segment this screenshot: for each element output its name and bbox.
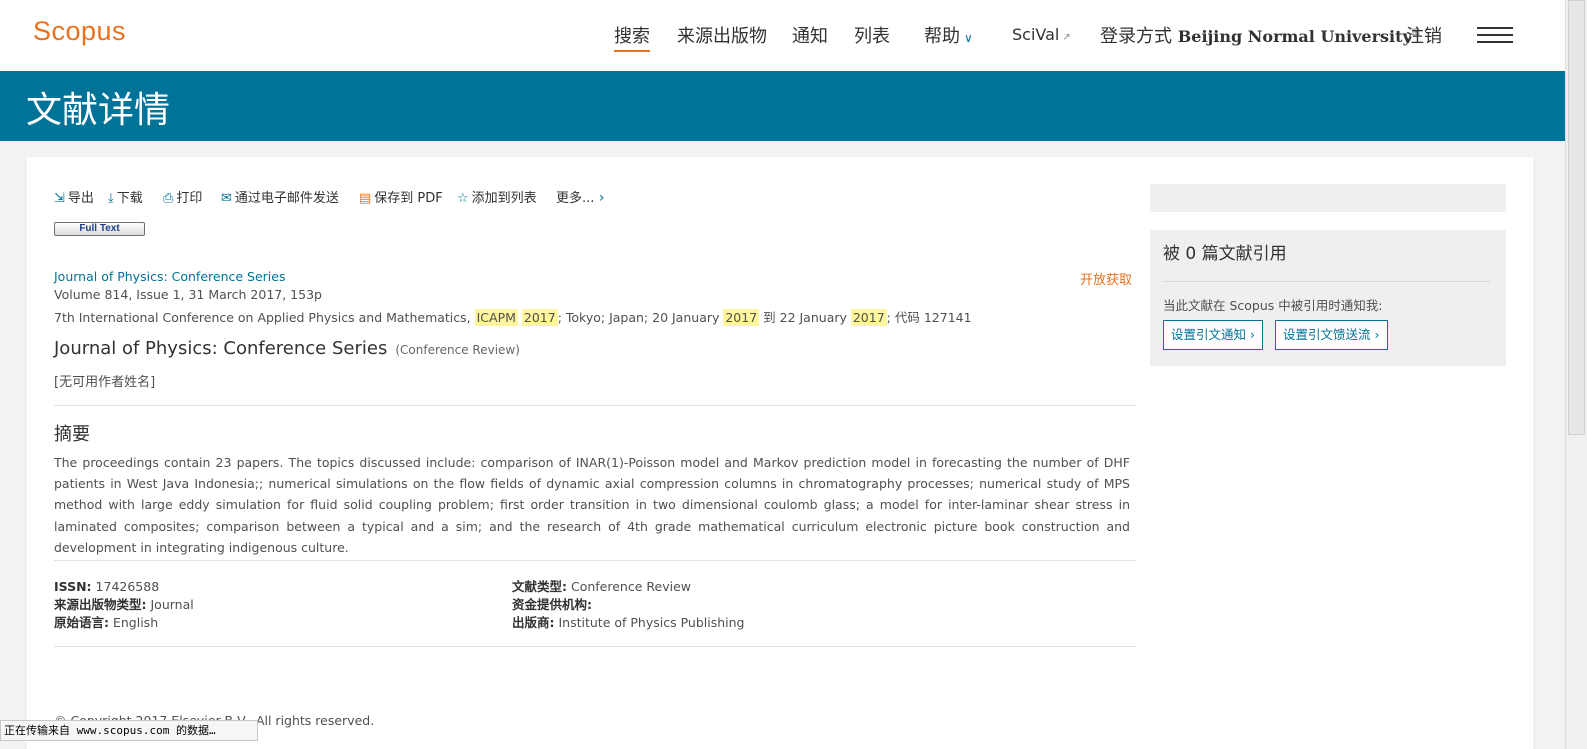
doc-type-value: Conference Review <box>570 579 691 594</box>
citation-alert-note: 当此文献在 Scopus 中被引用时通知我: <box>1163 298 1383 313</box>
browser-status-bar: 正在传输来自 www.scopus.com 的数据… <box>0 720 258 741</box>
publisher-row: 出版商: Institute of Physics Publishing <box>512 614 744 632</box>
divider <box>1163 281 1490 282</box>
publisher-value: Institute of Physics Publishing <box>558 615 745 630</box>
conference-location: ; Tokyo; Japan; 20 January <box>557 310 724 325</box>
source-type-value: Journal <box>150 597 194 612</box>
cited-by-count: 被 0 篇文献引用 <box>1163 244 1287 264</box>
abstract-heading: 摘要 <box>54 424 90 445</box>
highlight-year: 2017 <box>521 309 558 326</box>
export-button[interactable]: ⇲ 导出 <box>54 187 94 206</box>
conference-name: 7th International Conference on Applied … <box>54 310 475 325</box>
chevron-right-icon: › <box>594 190 605 206</box>
document-details-card: ⇲ 导出 ⤓ 下载 ⎙ 打印 ✉ 通过电子邮件发送 ▤ 保存到 PDF ☆ 添加到列表 更多… <box>27 157 1533 749</box>
set-citation-alert-label: 设置引文通知 <box>1171 327 1247 342</box>
language-value: English <box>112 615 159 630</box>
download-icon: ⤓ <box>108 191 114 206</box>
nav-scival[interactable]: SciVal ↗ <box>1012 25 1071 44</box>
issn-label: ISSN: <box>54 579 92 594</box>
authors: [无可用作者姓名] <box>54 375 156 390</box>
doc-type-row: 文献类型: Conference Review <box>512 578 744 596</box>
vertical-scrollbar[interactable] <box>1565 0 1587 749</box>
save-pdf-button[interactable]: ▤ 保存到 PDF <box>359 187 443 206</box>
login-info: 登录方式 Beijing Normal University⊞ <box>1100 22 1420 48</box>
download-label: 下载 <box>116 191 143 206</box>
print-button[interactable]: ⎙ 打印 <box>163 187 202 206</box>
document-facts-left: ISSN: 17426588 来源出版物类型: Journal 原始语言: En… <box>54 578 194 632</box>
conference-date-range: 到 22 January <box>759 310 851 325</box>
login-prefix: 登录方式 <box>1100 26 1172 47</box>
source-title-link[interactable]: Journal of Physics: Conference Series <box>54 269 285 284</box>
add-to-list-label: 添加到列表 <box>471 191 537 206</box>
envelope-icon: ✉ <box>221 191 232 206</box>
language-label: 原始语言: <box>54 615 109 630</box>
full-text-button[interactable]: Full Text <box>54 222 145 236</box>
export-label: 导出 <box>67 191 94 206</box>
chevron-right-icon: › <box>1370 327 1380 342</box>
page-title: 文献详情 <box>26 90 171 131</box>
hamburger-menu-icon[interactable] <box>1477 27 1513 45</box>
nav-scival-label: SciVal <box>1012 25 1060 44</box>
source-type-label: 来源出版物类型: <box>54 597 147 612</box>
nav-sources[interactable]: 来源出版物 <box>677 22 767 48</box>
nav-help[interactable]: 帮助 ∨ <box>924 22 973 48</box>
pdf-icon: ▤ <box>359 191 372 206</box>
download-button[interactable]: ⤓ 下载 <box>108 187 143 206</box>
chevron-right-icon: › <box>1246 327 1255 342</box>
volume-info: Volume 814, Issue 1, 31 March 2017, 153p <box>54 287 322 302</box>
set-citation-feed-button[interactable]: 设置引文馈送流 › <box>1275 320 1388 350</box>
set-citation-alert-button[interactable]: 设置引文通知 › <box>1163 320 1263 350</box>
set-citation-feed-label: 设置引文馈送流 <box>1283 327 1371 342</box>
document-type-tag: (Conference Review) <box>395 343 520 357</box>
more-label: 更多... <box>556 191 595 206</box>
issn-value: 17426588 <box>95 579 160 594</box>
nav-search[interactable]: 搜索 <box>614 22 650 52</box>
document-title: Journal of Physics: Conference Series (Co… <box>54 338 520 359</box>
export-icon: ⇲ <box>54 191 65 206</box>
divider <box>54 405 1136 406</box>
add-to-list-button[interactable]: ☆ 添加到列表 <box>457 187 537 206</box>
highlight-acronym: ICAPM <box>474 309 518 326</box>
nav-alerts[interactable]: 通知 <box>792 22 828 48</box>
highlight-year: 2017 <box>850 309 887 326</box>
cited-by-panel: 被 0 篇文献引用 当此文献在 Scopus 中被引用时通知我: 设置引文通知 … <box>1150 230 1506 366</box>
publisher-label: 出版商: <box>512 615 555 630</box>
chevron-down-icon: ∨ <box>964 31 973 45</box>
printer-icon: ⎙ <box>163 191 174 206</box>
email-button[interactable]: ✉ 通过电子邮件发送 <box>221 187 339 206</box>
scopus-logo[interactable]: Scopus <box>33 16 126 47</box>
nav-lists[interactable]: 列表 <box>854 22 890 48</box>
language-row: 原始语言: English <box>54 614 194 632</box>
abstract-text: The proceedings contain 23 papers. The t… <box>54 455 1130 555</box>
nav-logout[interactable]: 注销 <box>1406 22 1442 48</box>
document-facts-right: 文献类型: Conference Review 资金提供机构: 出版商: Ins… <box>512 578 744 632</box>
conference-info: 7th International Conference on Applied … <box>54 307 972 326</box>
divider <box>54 646 1136 647</box>
external-link-icon: ↗ <box>1062 32 1071 43</box>
divider <box>54 560 1136 561</box>
page-title-band: 文献详情 <box>0 71 1565 141</box>
star-icon: ☆ <box>457 191 469 206</box>
scrollbar-thumb[interactable] <box>1568 0 1585 435</box>
open-access-badge: 开放获取 <box>1080 273 1133 288</box>
sidebar-placeholder <box>1150 184 1506 212</box>
email-label: 通过电子邮件发送 <box>234 191 339 206</box>
doc-type-label: 文献类型: <box>512 579 567 594</box>
institution-name: Beijing Normal University <box>1177 27 1412 46</box>
issn-row: ISSN: 17426588 <box>54 578 194 596</box>
save-pdf-label: 保存到 PDF <box>374 191 443 206</box>
nav-help-label: 帮助 <box>924 26 960 47</box>
funding-label: 资金提供机构: <box>512 597 592 612</box>
conference-code: ; 代码 127141 <box>886 310 972 325</box>
more-button[interactable]: 更多... › <box>556 187 604 206</box>
funding-row: 资金提供机构: <box>512 596 744 614</box>
source-type-row: 来源出版物类型: Journal <box>54 596 194 614</box>
document-title-text: Journal of Physics: Conference Series <box>54 338 388 359</box>
print-label: 打印 <box>176 191 203 206</box>
top-navigation-bar: Scopus 搜索 来源出版物 通知 列表 帮助 ∨ SciVal ↗ 登录方式 B… <box>0 0 1565 71</box>
highlight-year: 2017 <box>723 309 760 326</box>
